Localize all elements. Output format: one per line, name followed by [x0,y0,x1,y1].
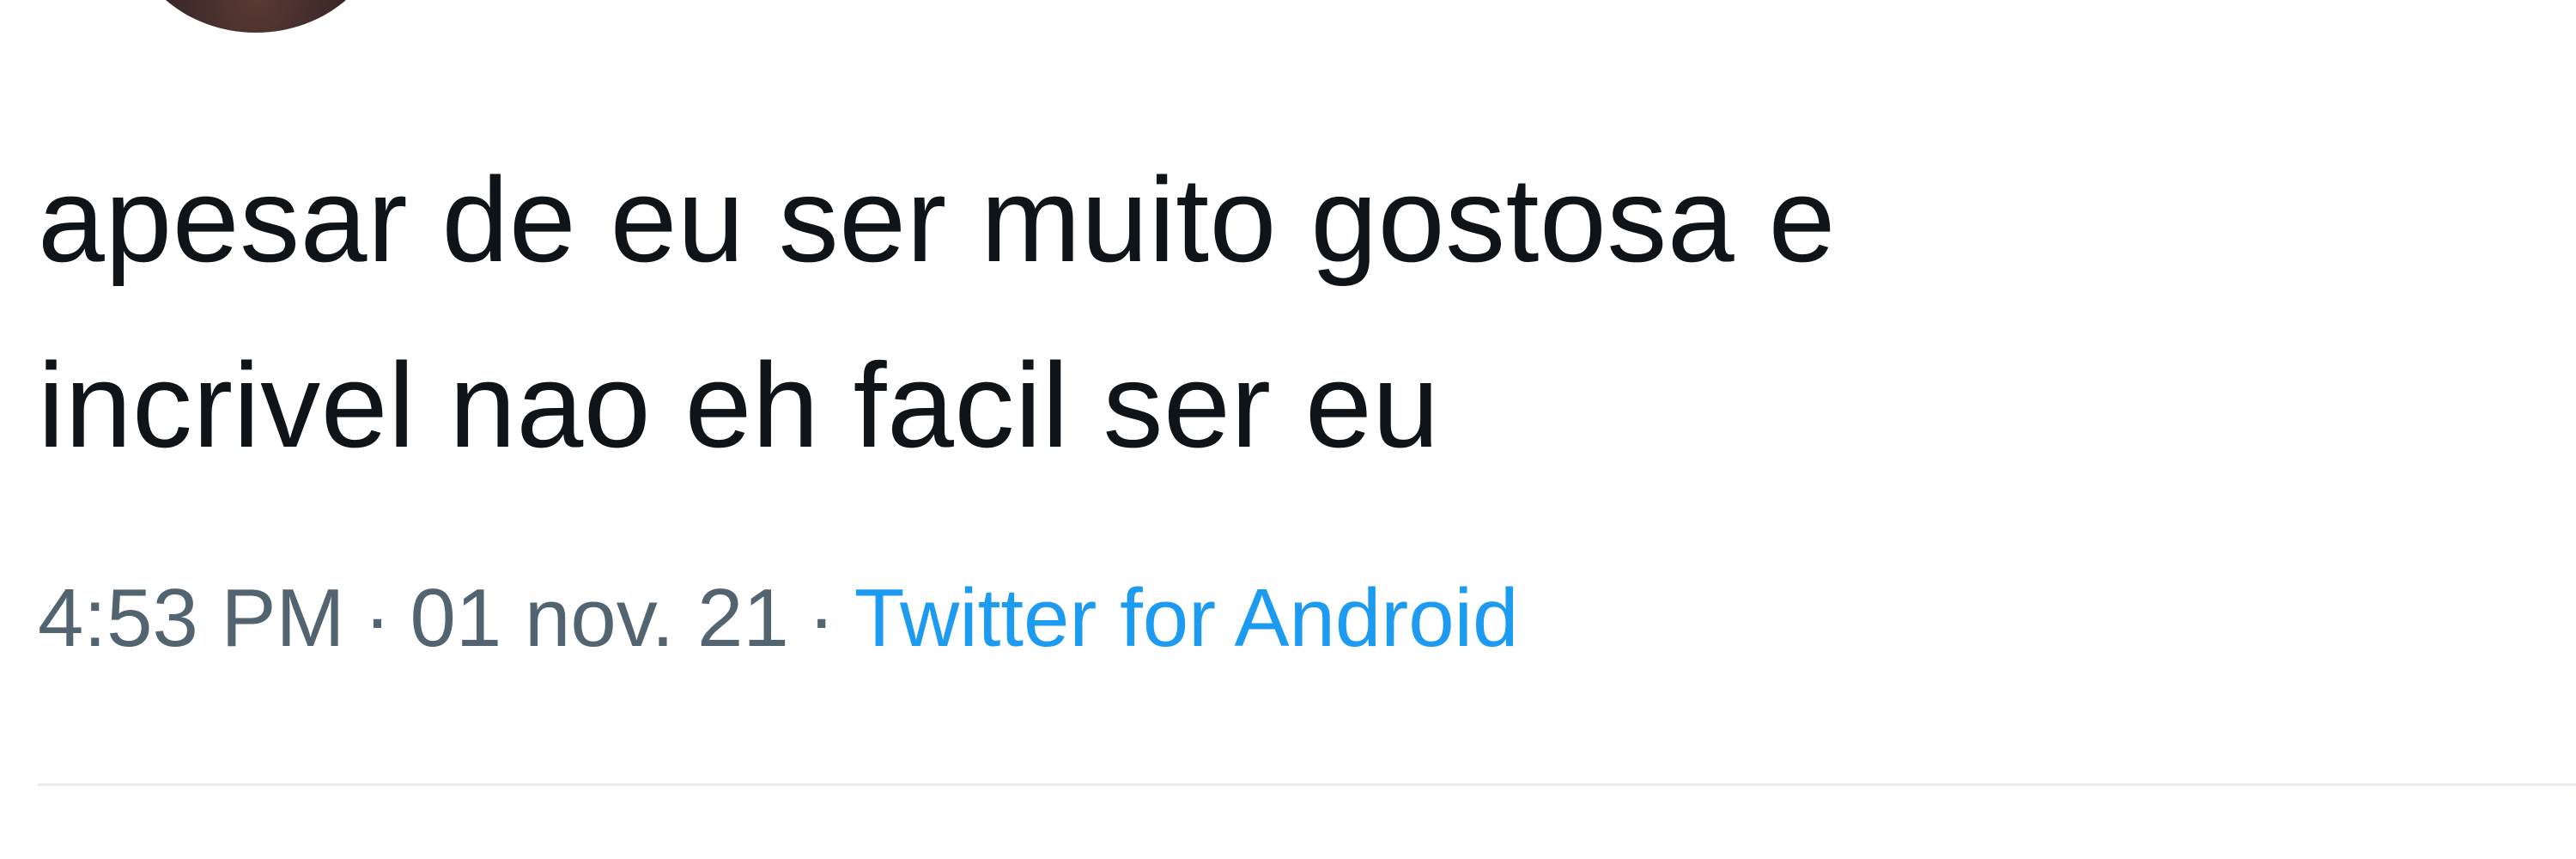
tweet-detail-view: apesar de eu ser muito gostosa e incrive… [0,0,2576,859]
tweet-time[interactable]: 4:53 PM [38,572,345,664]
tweet-source-link[interactable]: Twitter for Android [854,572,1519,664]
author-avatar[interactable] [127,0,385,33]
meta-separator-1: · [363,572,392,664]
tweet-text: apesar de eu ser muito gostosa e incrive… [38,127,2528,498]
tweet-date[interactable]: 01 nov. 21 [410,572,788,664]
meta-separator-2: · [807,572,835,664]
tweet-text-line-1: apesar de eu ser muito gostosa e [38,152,1836,287]
tweet-text-line-2: incrivel nao eh facil ser eu [38,338,1440,472]
tweet-metadata: 4:53 PM · 01 nov. 21 · Twitter for Android [38,567,1518,670]
divider [38,783,2576,786]
